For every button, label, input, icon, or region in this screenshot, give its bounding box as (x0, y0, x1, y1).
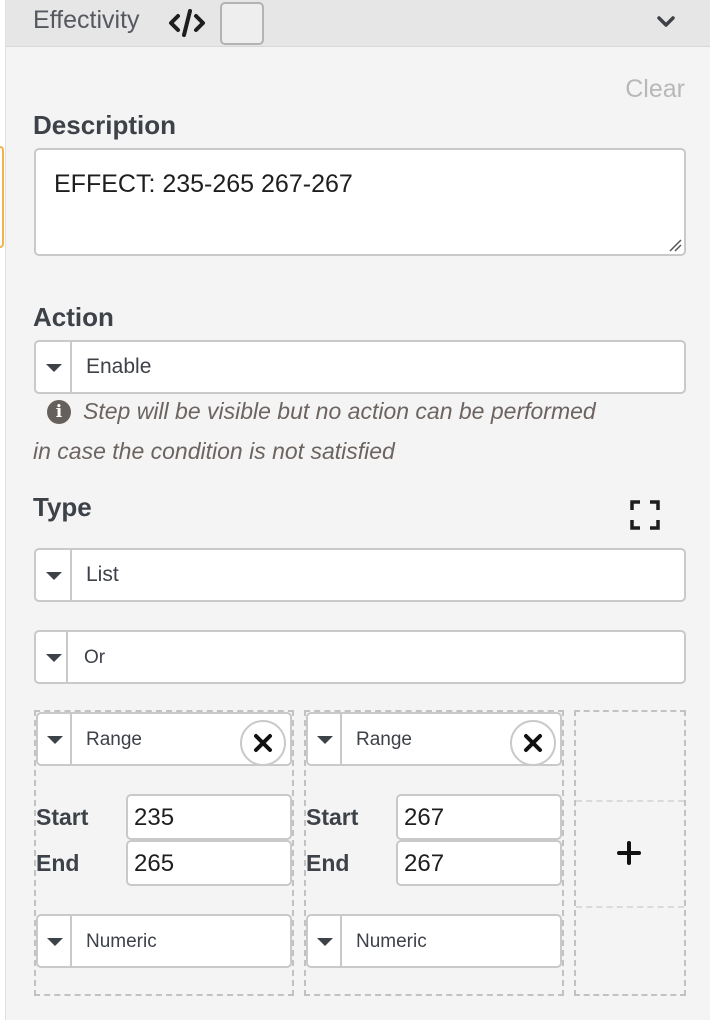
caret-down-icon[interactable] (36, 342, 72, 392)
start-value: 235 (134, 804, 175, 831)
add-range-column (574, 710, 686, 996)
end-label: End (36, 850, 80, 876)
panel-title: Effectivity (33, 6, 140, 34)
range-format-value: Numeric (356, 931, 427, 952)
info-icon: i (47, 400, 71, 424)
remove-range-button[interactable] (510, 720, 556, 766)
end-input[interactable]: 267 (396, 840, 562, 886)
start-label: Start (36, 804, 89, 830)
chevron-down-icon[interactable] (656, 14, 676, 30)
caret-down-icon[interactable] (308, 916, 342, 966)
end-value: 265 (134, 850, 175, 877)
operator-select[interactable]: Or (34, 630, 686, 684)
operator-select-value: Or (84, 647, 106, 668)
range-format-value: Numeric (86, 931, 157, 952)
end-input[interactable]: 265 (126, 840, 292, 886)
start-label: Start (306, 804, 359, 830)
add-range-button[interactable] (576, 800, 684, 908)
code-icon[interactable] (168, 8, 206, 38)
caret-down-icon[interactable] (308, 714, 342, 764)
description-label: Description (33, 110, 177, 140)
end-value: 267 (404, 850, 445, 877)
range-type-value: Range (86, 729, 142, 750)
resize-grip-icon[interactable] (668, 238, 682, 252)
type-label: Type (33, 492, 92, 522)
left-panel-tab[interactable] (0, 146, 4, 248)
description-value: EFFECT: 235-265 267-267 (54, 170, 353, 198)
range-item: Range Start 267 End 267 Numeric (304, 710, 564, 996)
caret-down-icon[interactable] (38, 916, 72, 966)
range-type-value: Range (356, 729, 412, 750)
start-input[interactable]: 235 (126, 794, 292, 840)
action-info-line-1: i Step will be visible but no action can … (33, 398, 596, 425)
action-label: Action (33, 302, 114, 332)
range-item: Range Start 235 End 265 Numeric (34, 710, 294, 996)
fullscreen-icon[interactable] (630, 500, 660, 530)
type-select-value: List (86, 563, 119, 586)
close-icon (254, 734, 272, 752)
caret-down-icon[interactable] (36, 632, 68, 682)
range-format-select[interactable]: Numeric (306, 914, 562, 968)
action-info-line-2: in case the condition is not satisfied (33, 438, 395, 465)
type-select[interactable]: List (34, 548, 686, 602)
start-input[interactable]: 267 (396, 794, 562, 840)
remove-range-button[interactable] (240, 720, 286, 766)
start-value: 267 (404, 804, 445, 831)
caret-down-icon[interactable] (36, 550, 72, 600)
clear-button[interactable]: Clear (625, 75, 685, 104)
plus-icon (617, 841, 641, 865)
action-info-text-2: in case the condition is not satisfied (33, 438, 395, 464)
description-textarea[interactable]: EFFECT: 235-265 267-267 (34, 148, 686, 256)
action-info-text-1: Step will be visible but no action can b… (83, 398, 596, 424)
close-icon (524, 734, 542, 752)
range-format-select[interactable]: Numeric (36, 914, 292, 968)
header-checkbox[interactable] (220, 2, 264, 45)
action-select-value: Enable (86, 355, 152, 378)
action-select[interactable]: Enable (34, 340, 686, 394)
effectivity-panel: Effectivity Clear Description EFFECT: 23… (6, 0, 710, 1020)
caret-down-icon[interactable] (38, 714, 72, 764)
end-label: End (306, 850, 350, 876)
panel-header[interactable]: Effectivity (6, 0, 710, 47)
